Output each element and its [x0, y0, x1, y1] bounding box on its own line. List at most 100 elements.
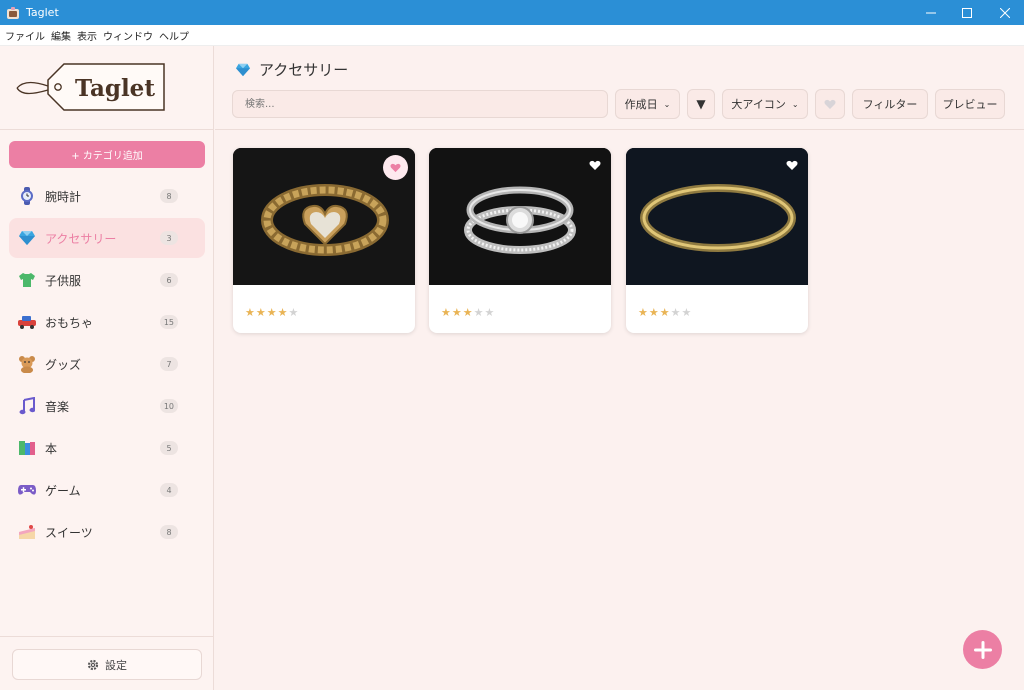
- count-badge: 4: [160, 483, 178, 497]
- settings-button[interactable]: 設定: [12, 649, 202, 680]
- view-mode-select[interactable]: 大アイコン ⌄: [722, 89, 808, 119]
- gear-icon: [87, 659, 99, 670]
- sidebar-item-label: 本: [45, 441, 58, 456]
- count-badge: 6: [160, 273, 178, 287]
- sort-value: 作成日: [624, 98, 658, 111]
- item-photo: [626, 148, 808, 285]
- menu-help[interactable]: ヘルプ: [159, 28, 189, 43]
- plus-icon: [973, 640, 992, 659]
- count-badge: 5: [160, 441, 178, 455]
- maximize-icon: [962, 7, 972, 18]
- sidebar-item-watch[interactable]: 腕時計 8: [9, 176, 205, 216]
- sidebar-item-label: おもちゃ: [45, 315, 94, 330]
- svg-text:Taglet: Taglet: [75, 75, 155, 102]
- heart-icon: [390, 163, 401, 172]
- sidebar-item-label: グッズ: [45, 357, 82, 372]
- star-icon: ★: [441, 306, 451, 319]
- item-photo: [429, 148, 611, 285]
- title-bar: Taglet: [0, 0, 1024, 25]
- star-icon: ★: [277, 306, 288, 319]
- menu-view[interactable]: 表示: [77, 28, 97, 43]
- maximize-button[interactable]: [948, 0, 986, 25]
- minimize-button[interactable]: [912, 0, 950, 25]
- gamepad-icon: [17, 480, 37, 500]
- star-icon: ★: [681, 306, 692, 319]
- star-icon: ★: [659, 306, 670, 319]
- star-icon: ★: [473, 306, 484, 319]
- sidebar-footer: 設定: [0, 636, 214, 690]
- music-note-icon: [17, 396, 37, 416]
- watch-icon: [17, 186, 37, 206]
- menu-file[interactable]: ファイル: [5, 28, 45, 43]
- toy-car-icon: [17, 312, 37, 332]
- add-category-button[interactable]: + カテゴリ追加: [9, 141, 205, 168]
- books-icon: [17, 438, 37, 458]
- chevron-down-icon: ⌄: [791, 99, 799, 109]
- sidebar-item-toys[interactable]: おもちゃ 15: [9, 302, 205, 342]
- star-icon: ★: [462, 306, 473, 319]
- sidebar-item-games[interactable]: ゲーム 4: [9, 470, 205, 510]
- menu-window[interactable]: ウィンドウ: [103, 28, 153, 43]
- sidebar-item-accessory[interactable]: アクセサリー 3: [9, 218, 205, 258]
- content-header: アクセサリー 作成日 ⌄ ▼ 大アイコン ⌄ フィルター プレビュー: [215, 46, 1024, 130]
- menu-bar: ファイル 編集 表示 ウィンドウ ヘルプ: [0, 25, 1024, 46]
- star-icon: ★: [484, 306, 495, 319]
- star-icon: ★: [288, 306, 299, 319]
- sidebar-item-music[interactable]: 音楽 10: [9, 386, 205, 426]
- add-item-button[interactable]: [963, 630, 1002, 669]
- sidebar-item-kids-clothes[interactable]: 子供服 6: [9, 260, 205, 300]
- page-title: アクセサリー: [235, 59, 348, 80]
- count-badge: 7: [160, 357, 178, 371]
- cake-icon: [17, 522, 37, 542]
- item-card[interactable]: ★ ★ ★ ★ ★: [233, 148, 415, 333]
- sidebar-item-sweets[interactable]: スイーツ 8: [9, 512, 205, 552]
- star-icon: ★: [255, 306, 266, 319]
- favorite-filter-button[interactable]: [815, 89, 845, 119]
- heart-icon[interactable]: [786, 160, 798, 171]
- heart-icon: [824, 99, 836, 109]
- sidebar-item-goods[interactable]: グッズ 7: [9, 344, 205, 384]
- sidebar-item-label: アクセサリー: [45, 231, 117, 246]
- heart-icon[interactable]: [589, 160, 601, 171]
- page-title-text: アクセサリー: [259, 61, 349, 79]
- count-badge: 3: [160, 231, 178, 245]
- star-rating: ★ ★ ★ ★ ★: [441, 307, 495, 318]
- close-icon: [1000, 7, 1010, 18]
- window-title: Taglet: [26, 6, 59, 19]
- logo-area: Taglet: [0, 46, 214, 130]
- tshirt-icon: [17, 270, 37, 290]
- count-badge: 8: [160, 525, 178, 539]
- filter-button[interactable]: フィルター: [852, 89, 928, 119]
- sort-order-button[interactable]: ▼: [687, 89, 715, 119]
- star-icon: ★: [670, 306, 681, 319]
- count-badge: 10: [159, 399, 178, 413]
- sidebar-item-label: ゲーム: [45, 483, 81, 498]
- taglet-logo: Taglet: [16, 63, 165, 111]
- close-button[interactable]: [986, 0, 1024, 25]
- star-icon: ★: [638, 306, 648, 319]
- gem-icon: [17, 228, 37, 248]
- star-icon: ★: [266, 306, 277, 319]
- item-card[interactable]: ★ ★ ★ ★ ★: [429, 148, 611, 333]
- count-badge: 15: [159, 315, 178, 329]
- item-card[interactable]: ★ ★ ★ ★ ★: [626, 148, 808, 333]
- star-rating: ★ ★ ★ ★ ★: [245, 307, 299, 318]
- teddy-bear-icon: [17, 354, 37, 374]
- sidebar-item-label: 子供服: [45, 273, 82, 288]
- preview-button[interactable]: プレビュー: [935, 89, 1005, 119]
- sidebar-item-label: 腕時計: [45, 189, 82, 204]
- app-icon: [7, 6, 19, 19]
- sort-select[interactable]: 作成日 ⌄: [615, 89, 680, 119]
- star-icon: ★: [451, 306, 462, 319]
- favorite-toggle[interactable]: [383, 155, 408, 180]
- sidebar-item-books[interactable]: 本 5: [9, 428, 205, 468]
- star-icon: ★: [648, 306, 659, 319]
- star-icon: ★: [245, 306, 255, 319]
- sidebar-item-label: 音楽: [45, 399, 70, 414]
- sidebar-item-label: スイーツ: [45, 525, 93, 540]
- menu-edit[interactable]: 編集: [51, 28, 71, 43]
- minimize-icon: [926, 12, 936, 13]
- star-rating: ★ ★ ★ ★ ★: [638, 307, 692, 318]
- search-input[interactable]: [232, 90, 608, 118]
- settings-label: 設定: [105, 658, 127, 672]
